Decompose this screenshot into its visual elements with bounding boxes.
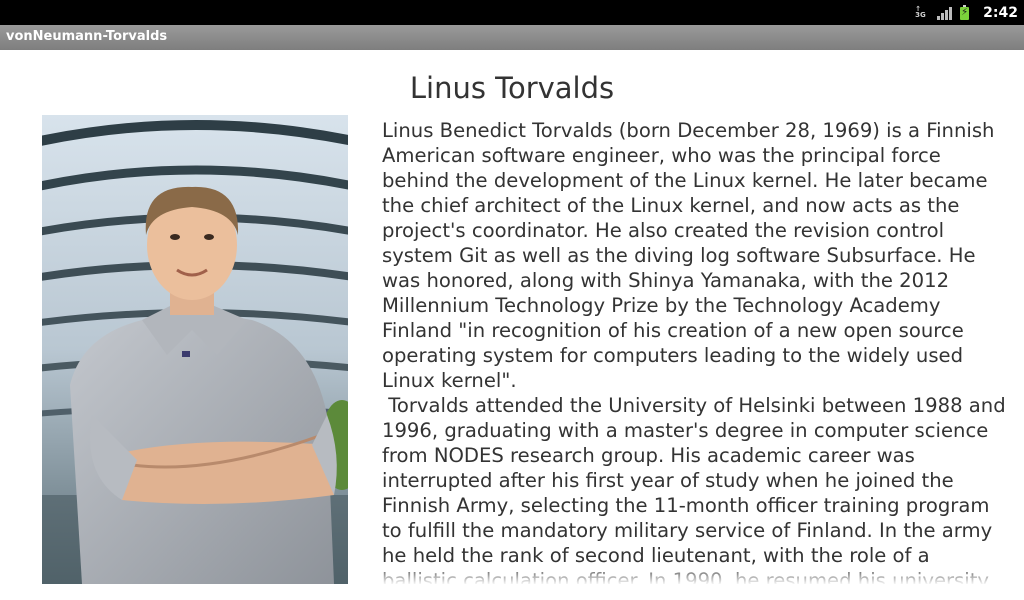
3g-data-icon: ↑ 3G <box>915 4 926 19</box>
status-time: 2:42 <box>983 4 1018 21</box>
article-body: Linus Benedict Torvalds (born December 2… <box>382 118 1007 584</box>
article-paragraph: Torvalds attended the University of Hels… <box>382 394 1006 584</box>
article-content[interactable]: Linus Torvalds Linus Benedict Torvalds (… <box>0 50 1024 584</box>
article-paragraph: Linus Benedict Torvalds (born December 2… <box>382 119 1001 392</box>
portrait-photo <box>42 115 348 584</box>
app-title-bar: vonNeumann-Torvalds <box>0 25 1024 50</box>
app-title: vonNeumann-Torvalds <box>6 29 168 44</box>
signal-strength-icon <box>937 6 953 20</box>
page-title: Linus Torvalds <box>409 71 615 105</box>
status-icons: ↑ 3G ⚡ 2:42 <box>915 0 1018 25</box>
status-bar: ↑ 3G ⚡ 2:42 <box>0 0 1024 25</box>
battery-charging-icon: ⚡ <box>960 5 970 20</box>
